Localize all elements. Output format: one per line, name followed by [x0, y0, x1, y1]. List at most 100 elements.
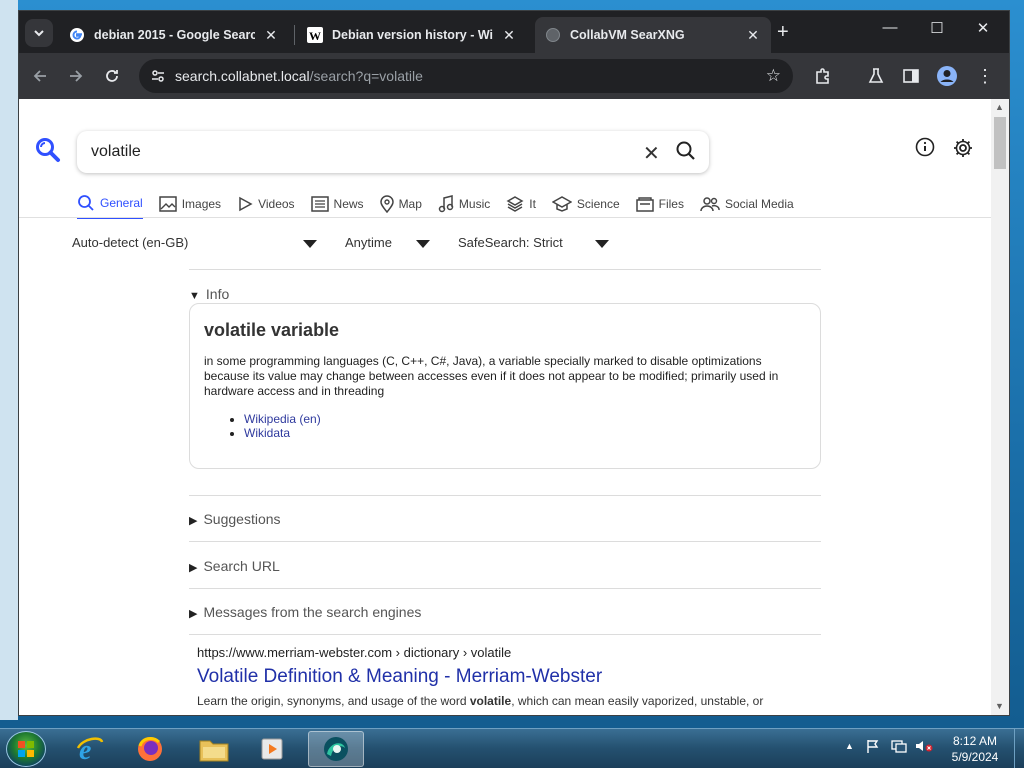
action-center-flag-icon[interactable] [866, 739, 880, 756]
start-button[interactable] [6, 731, 46, 767]
infobox: volatile variable in some programming la… [189, 303, 821, 469]
close-icon[interactable]: ✕ [501, 27, 517, 44]
extensions-button[interactable] [810, 63, 836, 89]
back-button[interactable] [27, 63, 53, 89]
language-select[interactable]: Auto-detect (en-GB) [72, 235, 188, 250]
result-url[interactable]: https://www.merriam-webster.com › dictio… [197, 645, 817, 660]
category-label: Music [458, 197, 491, 211]
wikipedia-icon: W [307, 27, 323, 43]
search-input[interactable] [91, 140, 611, 164]
category-general[interactable]: General [77, 189, 143, 219]
search-icon[interactable] [675, 140, 697, 167]
scroll-down-icon[interactable]: ▼ [995, 701, 1004, 711]
collabvm-app[interactable] [308, 731, 364, 767]
settings-gear-icon[interactable] [952, 137, 974, 164]
bookmark-star-icon[interactable]: ☆ [766, 66, 781, 86]
suggestions-toggle[interactable]: ▶ Suggestions [189, 511, 281, 527]
divider [189, 495, 821, 496]
link-wikidata[interactable]: Wikidata [244, 426, 290, 440]
url-text: search.collabnet.local/search?q=volatile [175, 68, 423, 84]
tab-title: debian 2015 - Google Search [94, 28, 255, 42]
category-images[interactable]: Images [158, 189, 221, 219]
tab-searxng[interactable]: CollabVM SearXNG ✕ [535, 17, 771, 53]
category-videos[interactable]: Videos [237, 189, 295, 219]
section-label: Search URL [203, 558, 280, 574]
site-info-icon[interactable] [149, 67, 167, 85]
category-label: Files [658, 197, 684, 211]
link-wikipedia[interactable]: Wikipedia (en) [244, 412, 321, 426]
music-note-icon [438, 195, 454, 213]
system-clock[interactable]: 8:12 AM 5/9/2024 [940, 733, 1010, 765]
internet-explorer-app[interactable]: e [62, 731, 118, 767]
info-toggle[interactable]: ▼ Info [189, 286, 229, 302]
close-icon[interactable]: ✕ [745, 27, 761, 44]
tray-expand-icon[interactable]: ▲ [845, 741, 854, 751]
tab-google-search[interactable]: debian 2015 - Google Search ✕ [59, 17, 289, 53]
chevron-down-icon[interactable] [595, 240, 609, 248]
media-player-app[interactable] [245, 731, 301, 767]
address-bar[interactable]: search.collabnet.local/search?q=volatile… [139, 59, 793, 93]
chevron-down-icon [34, 30, 44, 37]
category-label: Social Media [724, 197, 794, 211]
minimize-button[interactable]: — [875, 19, 905, 36]
labs-button[interactable] [863, 63, 889, 89]
scroll-thumb[interactable] [994, 117, 1006, 169]
volume-muted-icon[interactable] [915, 739, 933, 756]
category-files[interactable]: Files [635, 189, 684, 219]
side-panel-button[interactable] [898, 63, 924, 89]
tab-wikipedia[interactable]: W Debian version history - Wikip ✕ [297, 17, 527, 53]
menu-button[interactable]: ⋮ [972, 63, 998, 89]
result-title[interactable]: Volatile Definition & Meaning - Merriam-… [197, 666, 817, 688]
safesearch-select[interactable]: SafeSearch: Strict [458, 235, 563, 250]
network-icon[interactable] [891, 739, 907, 756]
file-explorer-app[interactable] [186, 731, 242, 767]
reload-icon [106, 70, 118, 82]
clear-icon[interactable]: ✕ [643, 141, 660, 166]
section-label: Suggestions [203, 511, 281, 527]
chevron-down-icon[interactable] [416, 240, 430, 248]
avatar-icon [937, 66, 957, 86]
category-it[interactable]: It [506, 189, 536, 219]
search-box: ✕ [77, 131, 709, 173]
triangle-right-icon: ▶ [189, 562, 198, 574]
search-url-toggle[interactable]: ▶ Search URL [189, 558, 280, 574]
reload-button[interactable] [99, 63, 125, 89]
list-item: Wikipedia (en) [244, 412, 321, 426]
category-music[interactable]: Music [438, 189, 490, 219]
scroll-up-icon[interactable]: ▲ [995, 102, 1004, 112]
profile-button[interactable] [934, 63, 960, 89]
tab-search-button[interactable] [25, 19, 53, 47]
clock-date: 5/9/2024 [951, 750, 999, 764]
globe-icon [545, 27, 561, 43]
browser-toolbar: search.collabnet.local/search?q=volatile… [19, 53, 1009, 99]
category-label: News [333, 197, 364, 211]
section-label: Messages from the search engines [203, 604, 422, 620]
page-scrollbar[interactable]: ▲ ▼ [991, 99, 1009, 715]
close-icon[interactable]: ✕ [263, 27, 279, 44]
category-science[interactable]: Science [551, 189, 620, 219]
time-range-select[interactable]: Anytime [345, 235, 392, 250]
category-social-media[interactable]: Social Media [700, 189, 794, 219]
category-news[interactable]: News [310, 189, 364, 219]
show-desktop-button[interactable] [1014, 729, 1024, 768]
divider [189, 269, 821, 270]
category-label: It [529, 197, 536, 211]
close-window-button[interactable]: ✕ [968, 19, 998, 37]
category-map[interactable]: Map [379, 189, 422, 219]
side-panel-icon [903, 69, 919, 83]
svg-text:W: W [309, 29, 321, 43]
windows-logo-icon [18, 741, 34, 757]
snippet-text: Learn the origin, synonyms, and usage of… [197, 694, 470, 708]
infobox-title: volatile variable [204, 320, 340, 340]
url-path: /search?q=volatile [309, 68, 423, 84]
new-tab-button[interactable]: + [777, 21, 789, 44]
newspaper-icon [310, 196, 329, 212]
media-player-icon [261, 738, 283, 760]
engine-messages-toggle[interactable]: ▶ Messages from the search engines [189, 604, 421, 620]
searxng-logo-icon[interactable] [35, 137, 61, 168]
forward-button[interactable] [63, 63, 89, 89]
maximize-button[interactable]: ☐ [922, 19, 952, 37]
firefox-app[interactable] [122, 731, 178, 767]
chevron-down-icon[interactable] [303, 240, 317, 248]
info-icon[interactable] [915, 137, 935, 162]
